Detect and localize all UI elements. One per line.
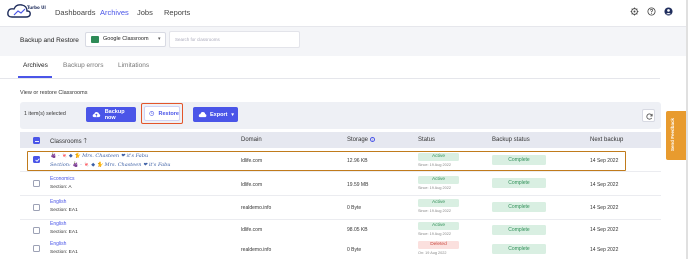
classroom-icon [91, 36, 99, 43]
backup-now-label: Backup now [104, 108, 125, 121]
storage-cell: 19.59 MB [347, 182, 369, 188]
backup-status-badge: Complete [492, 178, 546, 188]
row-checkbox[interactable] [33, 245, 40, 252]
source-label: Google Classroom [103, 36, 149, 42]
table-row[interactable] [20, 172, 661, 196]
send-feedback-tab[interactable]: Send Feedback [666, 111, 686, 160]
chevron-down-icon: ▾ [158, 36, 161, 42]
backup-status-badge: Complete [492, 155, 546, 165]
refresh-icon [645, 113, 653, 120]
help-icon[interactable] [647, 7, 656, 16]
storage-cell: 0 Byte [347, 247, 362, 253]
classroom-section: Section: A [50, 185, 72, 190]
checkmark-icon [34, 158, 40, 162]
col-backup-status: Backup status [492, 137, 530, 143]
search-input[interactable]: Search for classrooms [169, 31, 300, 48]
next-backup-cell: 14 Sep 2022 [590, 182, 619, 188]
status-badge: Deleted [418, 241, 459, 249]
table-row[interactable] [20, 196, 661, 220]
domain-cell: realdemo.info [241, 205, 272, 211]
status-badge: Active [418, 199, 459, 207]
sort-up-icon[interactable]: 🡑 [83, 138, 87, 145]
classroom-name[interactable]: English [50, 199, 66, 205]
classroom-name[interactable]: English [50, 221, 66, 227]
backup-status-badge: Complete [492, 202, 546, 212]
domain-cell: realdemo.info [241, 247, 272, 253]
nav-dashboards[interactable]: Dashboards [55, 8, 95, 17]
restore-icon [149, 111, 155, 116]
gear-icon[interactable] [630, 7, 639, 16]
domain-cell: ldlife.com [241, 158, 263, 164]
section-title: View or restore Classrooms [20, 90, 88, 96]
backup-now-button[interactable]: Backup now [86, 107, 136, 122]
export-button[interactable]: Export ▾ [193, 107, 238, 122]
cloud-upload-icon [92, 112, 101, 118]
classroom-section: Section: 🍇 - 🍬 ◆ 🐈 Mrs. Chasteen ❤ it's … [50, 162, 171, 168]
domain-cell: ldlife.com [241, 182, 263, 188]
status-badge: Active [418, 222, 459, 230]
col-next-backup: Next backup [590, 137, 624, 143]
nav-jobs[interactable]: Jobs [137, 8, 153, 17]
backup-status-badge: Complete [492, 244, 546, 254]
row-checkbox[interactable] [33, 180, 40, 187]
brand-name: Turbo UI [27, 5, 46, 10]
table-header [20, 132, 661, 148]
status-since: Since: 19 Aug 2022 [418, 163, 451, 167]
user-icon[interactable] [664, 7, 673, 16]
classroom-section: Section: EA1 [50, 208, 78, 213]
tab-backup-errors[interactable]: Backup errors [63, 62, 103, 69]
minus-icon [35, 140, 39, 142]
storage-cell: 98.05 KB [347, 227, 368, 233]
next-backup-cell: 14 Sep 2022 [590, 247, 619, 253]
tabs-divider [0, 78, 660, 79]
next-backup-cell: 14 Sep 2022 [590, 227, 619, 233]
row-checkbox[interactable] [33, 204, 40, 211]
col-storage-label: Storage [347, 137, 369, 144]
tab-archives[interactable]: Archives [23, 62, 48, 69]
classroom-name[interactable]: 🍇 - 🍬 ◆ 🐈 Mrs. Chasteen ❤ it's Fabu [50, 153, 148, 159]
info-icon[interactable]: i [369, 137, 375, 142]
source-select[interactable]: Google Classroom ▾ [85, 32, 166, 47]
page-title: Backup and Restore [20, 37, 79, 44]
table-row[interactable] [20, 243, 661, 259]
storage-cell: 12.96 KB [347, 158, 368, 164]
nav-reports[interactable]: Reports [164, 8, 190, 17]
nav-archives[interactable]: Archives [100, 8, 129, 17]
status-since: On: 19 Aug 2022 [418, 251, 447, 255]
next-backup-cell: 14 Sep 2022 [590, 205, 619, 211]
col-domain: Domain [241, 137, 262, 143]
selected-count: 1 item(s) selected [24, 111, 66, 117]
restore-button[interactable]: Restore [144, 106, 180, 121]
row-checkbox[interactable] [33, 227, 40, 234]
cloud-upload-icon [198, 112, 207, 118]
status-badge: Active [418, 153, 459, 161]
col-classrooms[interactable]: Classrooms 🡑 [50, 137, 87, 148]
next-backup-cell: 14 Sep 2022 [590, 158, 619, 164]
table-row[interactable] [20, 220, 661, 244]
restore-label: Restore [158, 110, 179, 117]
row-checkbox[interactable] [33, 156, 40, 163]
tab-limitations[interactable]: Limitations [118, 62, 149, 69]
storage-cell: 0 Byte [347, 205, 362, 211]
col-status: Status [418, 137, 436, 143]
classroom-section: Section: EA1 [50, 230, 78, 235]
export-label: Export [210, 111, 228, 118]
refresh-button[interactable] [642, 109, 655, 122]
domain-cell: ldlife.com [241, 227, 263, 233]
col-classrooms-label: Classrooms [50, 139, 82, 145]
status-since: Since: 19 Aug 2022 [418, 232, 451, 236]
select-all-checkbox[interactable] [33, 137, 40, 144]
classroom-name[interactable]: English [50, 241, 66, 247]
classroom-section: Section: EA1 [50, 250, 78, 255]
status-since: Since: 19 Aug 2022 [418, 209, 451, 213]
col-storage: Storage i [347, 137, 375, 143]
status-badge: Active [418, 176, 459, 184]
top-navigation: Turbo UI Dashboards Archives Jobs Report… [0, 0, 688, 26]
send-feedback-label: Send Feedback [670, 117, 675, 151]
chevron-down-icon: ▾ [231, 111, 234, 118]
status-since: Since: 19 Aug 2022 [418, 186, 451, 190]
classroom-name[interactable]: Economics [50, 176, 74, 182]
backup-status-badge: Complete [492, 225, 546, 235]
